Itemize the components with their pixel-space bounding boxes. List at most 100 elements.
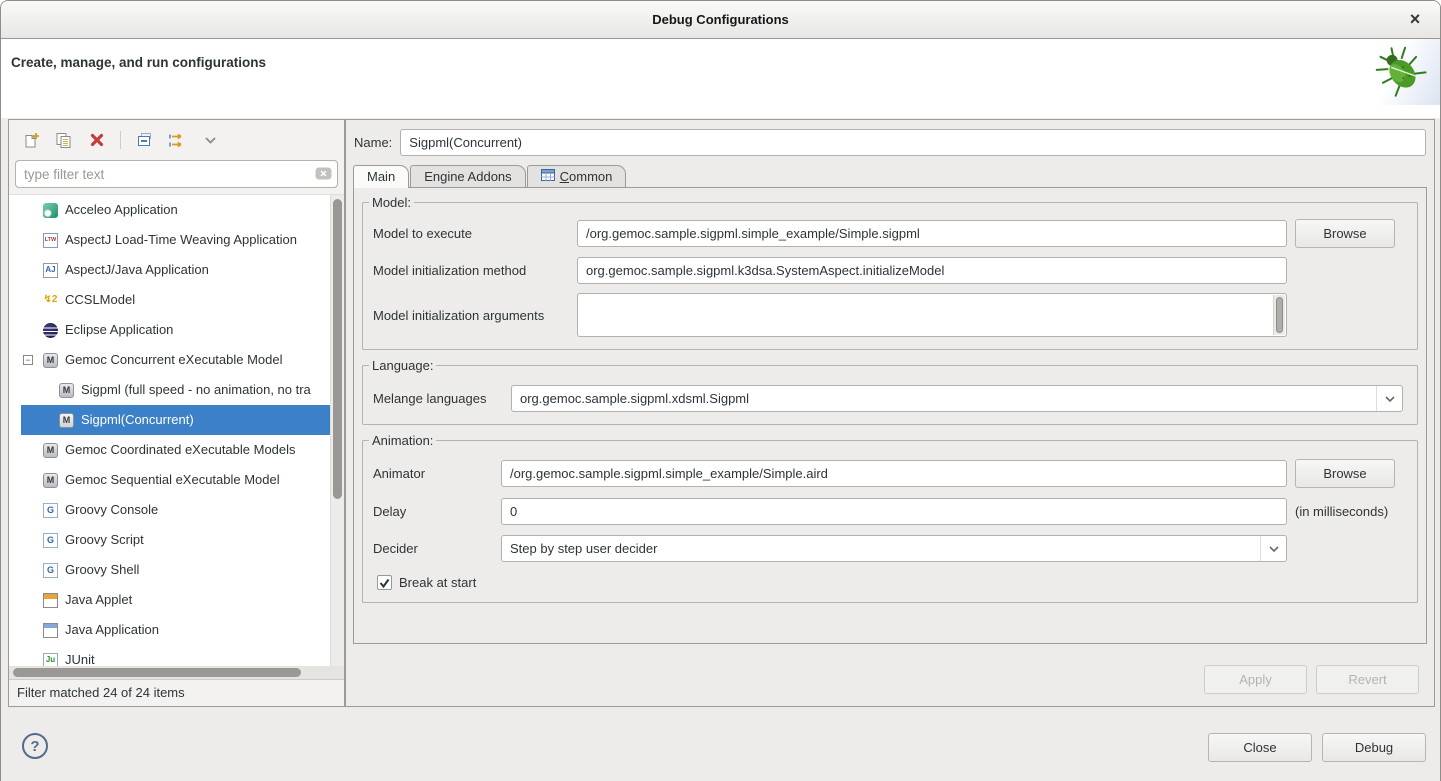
gemoc-icon: M xyxy=(43,353,58,368)
collapse-expander-icon[interactable]: − xyxy=(23,355,33,365)
scrollbar-thumb[interactable] xyxy=(1276,297,1283,333)
groovy-icon: G xyxy=(43,563,58,578)
tree-item[interactable]: −M Gemoc Concurrent eXecutable Model xyxy=(21,345,330,375)
dialog-button-bar: ? Close Debug xyxy=(1,707,1440,781)
tree-viewport: Acceleo ApplicationLTWAspectJ Load-Time … xyxy=(9,194,344,666)
debug-configurations-dialog: Debug Configurations × Create, manage, a… xyxy=(0,0,1441,781)
tree-item[interactable]: MGemoc Coordinated eXecutable Models xyxy=(21,435,330,465)
model-to-execute-input[interactable] xyxy=(577,220,1287,247)
tree-item[interactable]: LTWAspectJ Load-Time Weaving Application xyxy=(21,225,330,255)
tree-item[interactable]: ↯2CCSLModel xyxy=(21,285,330,315)
animator-input[interactable] xyxy=(501,460,1287,487)
close-button[interactable]: Close xyxy=(1208,733,1312,762)
revert-button[interactable]: Revert xyxy=(1316,665,1419,694)
model-browse-button[interactable]: Browse xyxy=(1295,219,1395,248)
melange-languages-label: Melange languages xyxy=(373,391,503,406)
init-args-textarea[interactable] xyxy=(577,293,1287,337)
break-at-start-checkbox[interactable] xyxy=(377,575,392,590)
tree-item[interactable]: G Groovy Shell xyxy=(21,555,330,585)
tab-main[interactable]: Main xyxy=(353,165,409,188)
new-configuration-icon[interactable] xyxy=(21,130,41,150)
filter-row xyxy=(9,160,344,194)
animator-browse-button[interactable]: Browse xyxy=(1295,459,1395,488)
tree-item-label: Groovy Shell xyxy=(65,555,139,585)
tree-item[interactable]: J Java Applet xyxy=(21,585,330,615)
titlebar[interactable]: Debug Configurations × xyxy=(1,1,1440,39)
animation-group: Animation: Animator Browse Delay (in mil… xyxy=(362,440,1418,603)
duplicate-configuration-icon[interactable] xyxy=(54,130,74,150)
delete-configuration-icon[interactable] xyxy=(87,130,107,150)
tree-item[interactable]: MSigpml(Concurrent) xyxy=(21,405,330,435)
tree-item[interactable]: Ju JUnit xyxy=(21,645,330,666)
break-at-start-label: Break at start xyxy=(399,575,476,590)
ccsl-icon: ↯2 xyxy=(43,293,58,308)
animation-group-title: Animation: xyxy=(369,433,436,448)
tree-item-label: Gemoc Concurrent eXecutable Model xyxy=(65,345,283,375)
tree-item[interactable]: MGemoc Sequential eXecutable Model xyxy=(21,465,330,495)
tree-item-label: AspectJ/Java Application xyxy=(65,255,209,285)
tree-item-label: Groovy Console xyxy=(65,495,158,525)
tree-item[interactable]: MSigpml (full speed - no animation, no t… xyxy=(21,375,330,405)
junit-icon: Ju xyxy=(43,653,58,667)
window-title: Debug Configurations xyxy=(1,1,1440,39)
name-label: Name: xyxy=(354,135,392,150)
tree-item[interactable]: JJava Application xyxy=(21,615,330,645)
eclipse-icon xyxy=(43,323,58,338)
tree-item[interactable]: AJAspectJ/Java Application xyxy=(21,255,330,285)
filter-configurations-icon[interactable] xyxy=(167,130,187,150)
name-input[interactable] xyxy=(400,129,1426,156)
tree-item-label: Eclipse Application xyxy=(65,315,173,345)
tree-item[interactable]: GGroovy Script xyxy=(21,525,330,555)
scrollbar-thumb[interactable] xyxy=(333,199,342,499)
configuration-form: Name: Main Engine Addons Common xyxy=(345,119,1435,707)
help-icon[interactable]: ? xyxy=(22,733,48,759)
configurations-toolbar xyxy=(9,120,344,160)
table-icon xyxy=(541,169,555,184)
name-row: Name: xyxy=(354,129,1426,156)
tree-vertical-scrollbar[interactable] xyxy=(330,195,344,666)
melange-languages-combo[interactable]: org.gemoc.sample.sigpml.xdsml.Sigpml xyxy=(511,385,1403,412)
tab-engine-addons[interactable]: Engine Addons xyxy=(410,165,525,187)
tree-item-label: Sigpml (full speed - no animation, no tr… xyxy=(81,375,311,405)
configurations-panel: Acceleo ApplicationLTWAspectJ Load-Time … xyxy=(8,119,345,707)
init-args-label: Model initialization arguments xyxy=(373,308,569,323)
config-tree: Acceleo ApplicationLTWAspectJ Load-Time … xyxy=(9,195,330,666)
tree-item-label: AspectJ Load-Time Weaving Application xyxy=(65,225,297,255)
tree-item-label: JUnit xyxy=(65,645,95,666)
tab-common[interactable]: Common xyxy=(527,165,627,187)
tree-item-label: Groovy Script xyxy=(65,525,144,555)
delay-input[interactable] xyxy=(501,498,1287,525)
textarea-scrollbar[interactable] xyxy=(1273,295,1285,335)
init-method-input[interactable] xyxy=(577,257,1287,284)
tree-item-label: Gemoc Coordinated eXecutable Models xyxy=(65,435,296,465)
toolbar-menu-chevron-icon[interactable] xyxy=(200,130,220,150)
tree-item-label: Acceleo Application xyxy=(65,195,178,225)
java-applet-icon: J xyxy=(43,593,58,608)
tab-content-main: Model: Model to execute Browse Model ini… xyxy=(353,187,1427,644)
gemoc-icon: M xyxy=(43,473,58,488)
tree-item[interactable]: Eclipse Application xyxy=(21,315,330,345)
tree-horizontal-scrollbar[interactable] xyxy=(9,666,344,679)
scrollbar-thumb[interactable] xyxy=(13,668,301,677)
dialog-header: Create, manage, and run configurations xyxy=(1,39,1440,118)
tree-item-label: Java Applet xyxy=(65,585,132,615)
collapse-all-icon[interactable] xyxy=(134,130,154,150)
tree-item[interactable]: Acceleo Application xyxy=(21,195,330,225)
tree-item[interactable]: GGroovy Console xyxy=(21,495,330,525)
dialog-content: Acceleo ApplicationLTWAspectJ Load-Time … xyxy=(1,118,1440,781)
model-to-execute-label: Model to execute xyxy=(373,226,569,241)
decider-combo[interactable]: Step by step user decider xyxy=(501,535,1287,562)
break-at-start-row: Break at start xyxy=(377,575,1407,590)
language-group: Language: Melange languages org.gemoc.sa… xyxy=(362,365,1418,425)
bug-banner xyxy=(1364,39,1440,105)
clear-filter-icon[interactable] xyxy=(315,167,332,183)
filter-input[interactable] xyxy=(15,160,338,188)
apply-button[interactable]: Apply xyxy=(1204,665,1307,694)
animator-label: Animator xyxy=(373,466,493,481)
decider-label: Decider xyxy=(373,541,493,556)
close-icon[interactable]: × xyxy=(1402,7,1428,33)
delay-unit-label: (in milliseconds) xyxy=(1295,504,1407,519)
chevron-down-icon xyxy=(1260,536,1286,561)
debug-button[interactable]: Debug xyxy=(1322,733,1426,762)
toolbar-separator xyxy=(120,131,121,149)
